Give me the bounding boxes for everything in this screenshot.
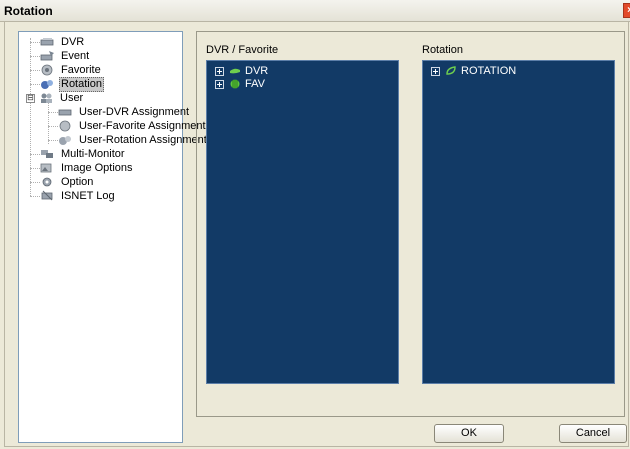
favorite-icon <box>41 64 53 76</box>
nav-item-image-options[interactable]: Image Options <box>30 161 135 175</box>
nav-item-isnet-log[interactable]: ISNET Log <box>30 189 117 203</box>
rotation-icon <box>41 80 53 89</box>
dvr-favorite-label: DVR / Favorite <box>206 44 279 56</box>
collapse-toggle[interactable]: ⊟ <box>26 93 35 103</box>
nav-item-option[interactable]: Option <box>30 175 95 189</box>
dvr-folder-icon <box>230 68 240 74</box>
event-icon <box>40 51 54 61</box>
user-dvr-assignment-icon <box>58 109 72 116</box>
dvr-favorite-tree[interactable]: DVR FAV <box>206 60 399 384</box>
settings-nav-tree[interactable]: DVR Event Favorite Rotation ⊟ User User-… <box>18 31 207 443</box>
expand-icon[interactable] <box>215 79 224 89</box>
nav-label: ISNET Log <box>61 189 115 202</box>
title-bar: Rotation × <box>0 0 630 22</box>
rotation-tree[interactable]: ROTATION <box>422 60 615 384</box>
nav-item-user[interactable]: ⊟ User <box>26 91 85 105</box>
favorite-folder-icon <box>230 79 240 89</box>
ok-button[interactable]: OK <box>434 424 504 443</box>
user-favorite-assignment-icon <box>59 120 71 132</box>
nav-label: User-Favorite Assignment <box>79 119 206 132</box>
window-title: Rotation <box>4 4 53 18</box>
nav-label: Rotation <box>59 76 104 92</box>
nav-item-user-rotation-assignment[interactable]: User-Rotation Assignment <box>48 133 209 147</box>
nav-item-user-dvr-assignment[interactable]: User-DVR Assignment <box>48 105 191 119</box>
nav-item-favorite[interactable]: Favorite <box>30 63 103 77</box>
user-rotation-assignment-icon <box>59 136 71 145</box>
tree-node-rotation[interactable]: ROTATION <box>431 65 516 77</box>
dvr-icon <box>40 38 54 46</box>
image-options-icon <box>40 163 52 173</box>
tree-node-dvr[interactable]: DVR <box>215 65 268 77</box>
expand-icon[interactable] <box>215 66 224 76</box>
nav-label: Image Options <box>61 161 133 174</box>
nav-item-user-favorite-assignment[interactable]: User-Favorite Assignment <box>48 119 208 133</box>
user-icon <box>41 93 52 103</box>
isnet-log-icon <box>41 190 53 201</box>
nav-label: Multi-Monitor <box>61 147 125 160</box>
close-button[interactable]: × <box>623 3 630 18</box>
nav-item-event[interactable]: Event <box>30 49 91 63</box>
cancel-button[interactable]: Cancel <box>559 424 627 443</box>
rotation-leaf-icon <box>446 66 456 75</box>
nav-label: Option <box>61 175 94 188</box>
tree-node-fav[interactable]: FAV <box>215 78 265 90</box>
nav-label: Event <box>61 49 90 62</box>
nav-label: Favorite <box>61 63 101 76</box>
tree-node-label: DVR <box>245 65 269 77</box>
nav-label: User <box>60 91 84 104</box>
nav-item-rotation[interactable]: Rotation <box>30 76 104 92</box>
nav-label: DVR <box>61 35 85 48</box>
option-icon <box>42 177 52 187</box>
nav-label: User-Rotation Assignment <box>79 133 207 146</box>
multi-monitor-icon <box>41 150 53 158</box>
nav-item-multi-monitor[interactable]: Multi-Monitor <box>30 147 127 161</box>
nav-item-dvr[interactable]: DVR <box>30 35 86 49</box>
expand-icon[interactable] <box>431 66 440 76</box>
rotation-label: Rotation <box>422 44 463 56</box>
nav-label: User-DVR Assignment <box>79 105 190 118</box>
tree-node-label: FAV <box>245 78 265 90</box>
tree-node-label: ROTATION <box>461 65 517 77</box>
